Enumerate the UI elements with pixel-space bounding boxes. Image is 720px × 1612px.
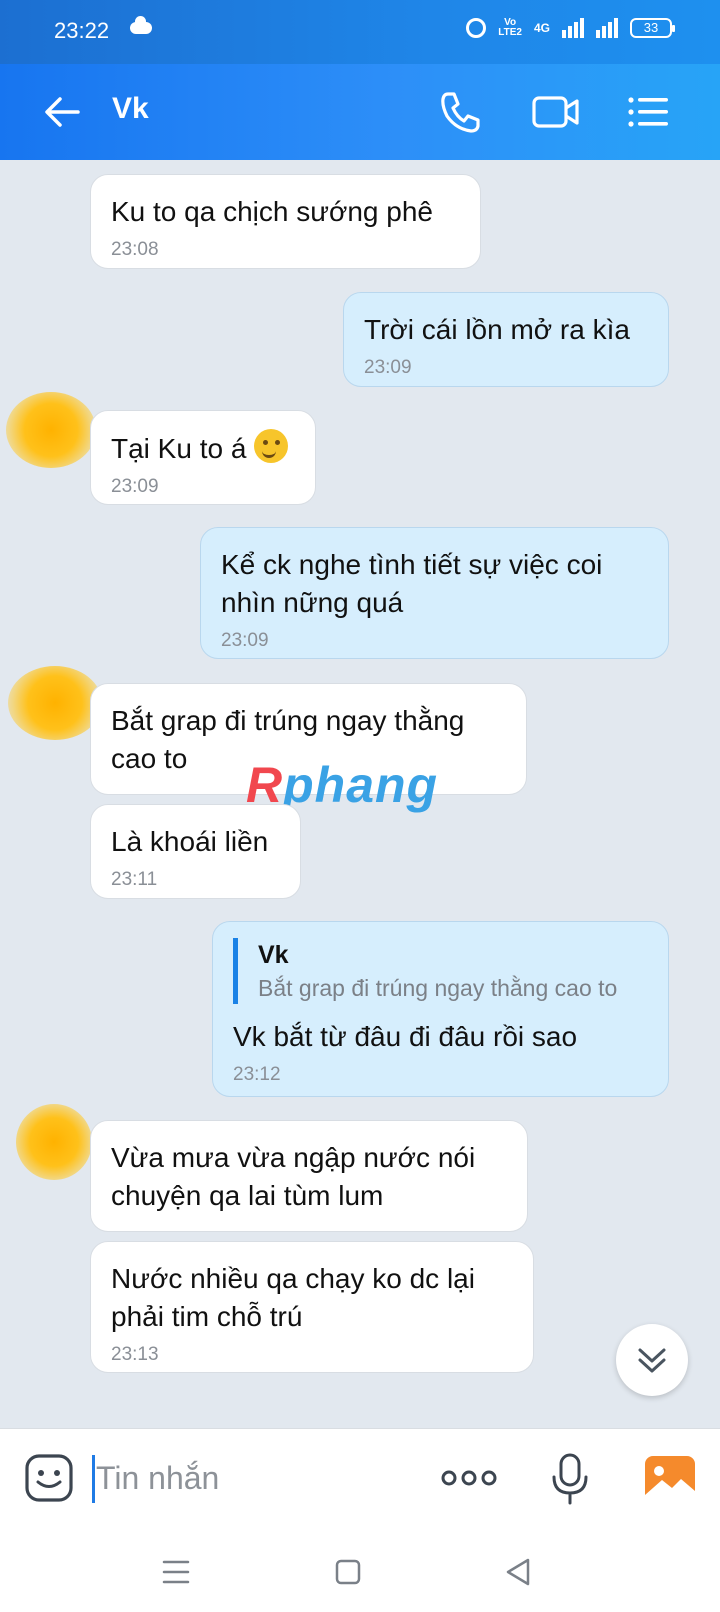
list-icon	[628, 97, 668, 127]
message-bubble-incoming[interactable]: Ku to qa chịch sướng phê 23:08	[90, 174, 481, 269]
square-icon	[335, 1559, 361, 1585]
message-bubble-outgoing[interactable]: Trời cái lồn mở ra kìa 23:09	[343, 292, 669, 387]
signal-icon	[562, 18, 584, 38]
message-time: 23:09	[111, 476, 159, 497]
message-bubble-incoming[interactable]: Vừa mưa vừa ngập nước nói chuyện qa lai …	[90, 1120, 528, 1232]
quoted-sender: Vk	[258, 941, 289, 969]
message-text: Vừa mưa vừa ngập nước nói chuyện qa lai …	[111, 1142, 476, 1211]
avatar[interactable]	[16, 1104, 92, 1180]
back-button[interactable]	[40, 90, 84, 134]
chat-header: Vk	[0, 64, 720, 160]
volte-indicator: Vo LTE2	[498, 17, 522, 38]
message-text: Vk bắt từ đâu đi đâu rồi sao	[233, 1021, 578, 1052]
message-text: Là khoái liền	[111, 826, 269, 857]
message-bubble-outgoing-reply[interactable]: Vk Bắt grap đi trúng ngay thằng cao to V…	[212, 921, 669, 1097]
triangle-back-icon	[506, 1558, 530, 1586]
phone-icon	[441, 92, 480, 133]
status-icons: Vo LTE2 4G 33	[466, 17, 675, 38]
system-navigation-bar	[0, 1528, 720, 1612]
microphone-icon	[552, 1453, 588, 1505]
message-text: Tại Ku to á	[111, 429, 295, 468]
home-button[interactable]	[330, 1554, 366, 1590]
menu-button[interactable]	[624, 88, 672, 136]
cloud-icon	[130, 16, 152, 34]
avatar[interactable]	[6, 392, 96, 468]
smirk-face-icon	[254, 429, 289, 463]
chat-title[interactable]: Vk	[112, 92, 149, 126]
double-chevron-down-icon	[638, 1348, 666, 1373]
message-text: Nước nhiều qa chạy ko dc lại phải tim ch…	[111, 1263, 475, 1332]
menu-lines-icon	[162, 1560, 190, 1584]
message-input[interactable]	[96, 1451, 416, 1505]
message-composer	[0, 1428, 720, 1528]
arrow-left-icon	[45, 97, 80, 127]
network-type: 4G	[533, 21, 550, 35]
scroll-to-bottom-button[interactable]	[616, 1324, 688, 1396]
more-options-button[interactable]	[440, 1463, 498, 1493]
message-text: Kể ck nghe tình tiết sự việc coi nhìn nữ…	[221, 549, 603, 618]
back-nav-button[interactable]	[500, 1554, 536, 1590]
video-call-button[interactable]	[530, 88, 582, 136]
quoted-text: Bắt grap đi trúng ngay thằng cao to	[258, 975, 618, 1001]
battery-icon: 33	[630, 18, 675, 38]
message-bubble-incoming[interactable]: Nước nhiều qa chạy ko dc lại phải tim ch…	[90, 1241, 534, 1373]
message-time: 23:11	[111, 869, 158, 890]
message-time: 23:09	[364, 357, 412, 378]
message-time: 23:09	[221, 630, 269, 651]
recent-apps-button[interactable]	[158, 1554, 194, 1590]
sticker-button[interactable]	[24, 1453, 74, 1503]
image-icon	[645, 1456, 695, 1502]
three-dots-icon	[441, 1470, 497, 1486]
message-time: 23:12	[233, 1064, 281, 1085]
avatar[interactable]	[8, 666, 102, 740]
send-image-button[interactable]	[644, 1455, 696, 1503]
message-text: Trời cái lồn mở ra kìa	[364, 314, 630, 345]
message-bubble-incoming[interactable]: Là khoái liền 23:11	[90, 804, 301, 899]
alarm-icon	[466, 18, 487, 38]
message-bubble-incoming[interactable]: Tại Ku to á 23:09	[90, 410, 316, 505]
message-time: 23:08	[111, 239, 159, 260]
video-camera-icon	[532, 96, 579, 128]
message-text: Ku to qa chịch sướng phê	[111, 196, 433, 227]
voice-message-button[interactable]	[548, 1451, 592, 1507]
signal-icon-2	[596, 18, 618, 38]
text-caret	[92, 1455, 95, 1503]
quoted-message[interactable]: Vk Bắt grap đi trúng ngay thằng cao to	[233, 938, 648, 1004]
status-bar: 23:22 Vo LTE2 4G 33	[0, 0, 720, 64]
status-time: 23:22	[54, 18, 110, 43]
call-button[interactable]	[436, 88, 484, 136]
smiley-icon	[25, 1454, 73, 1502]
message-time: 23:13	[111, 1344, 159, 1365]
message-bubble-outgoing[interactable]: Kể ck nghe tình tiết sự việc coi nhìn nữ…	[200, 527, 669, 659]
